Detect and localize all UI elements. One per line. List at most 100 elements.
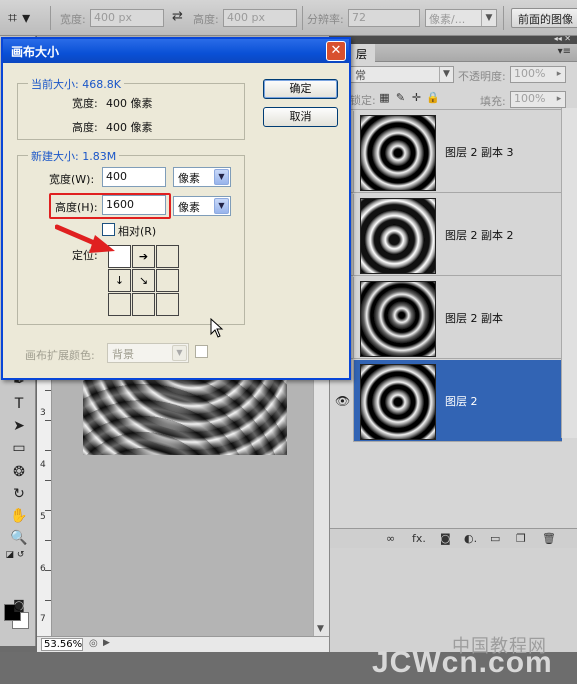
height-field[interactable]: 400 px [223,9,297,27]
anchor-top-right[interactable] [156,245,179,268]
blend-opacity-row: 常 ▼ 不透明度: 100% ▸ [330,62,577,86]
opacity-field[interactable]: 100% ▸ [510,66,566,83]
vertical-ruler: 3 4 5 6 7 [37,360,52,636]
resolution-unit-value: 像素/... [429,13,466,26]
width-label: 宽度: [60,13,86,26]
collapse-panel-icon[interactable]: ◂◂ ✕ [554,34,571,43]
crop-tool-icon[interactable]: ⌗ ▾ [8,8,44,28]
3d-rotate-tool-icon[interactable]: ❂ [8,464,30,484]
swap-icon[interactable]: ⇄ [172,9,183,24]
extension-color-swatch[interactable] [195,345,208,358]
current-height-value: 400 像素 [106,121,153,134]
ruler-number: 4 [40,460,46,470]
hand-tool-icon[interactable]: ✋ [8,508,30,528]
eye-icon[interactable]: 👁 [335,394,350,408]
type-tool-icon[interactable]: T [8,396,30,416]
layers-scrollbar[interactable] [561,108,577,438]
ruler-number: 5 [40,512,46,522]
width-unit-value: 像素 [178,172,200,185]
divider [302,6,303,30]
height-unit-select[interactable]: 像素 ▼ [173,196,231,216]
opacity-value: 100% [514,67,546,80]
status-bar: 53.56% ◎ ▶ [37,636,329,652]
lock-position-icon[interactable]: ✛ [410,91,423,104]
ruler-tick [45,570,51,571]
layer-thumbnail [360,115,436,191]
document-vertical-scrollbar[interactable]: ▼ [313,360,329,636]
chevron-down-icon: ▼ [172,345,187,361]
anchor-bottom-center[interactable] [132,293,155,316]
scroll-down-icon[interactable]: ▼ [317,624,324,634]
dialog-titlebar[interactable]: 画布大小 ✕ [3,39,349,63]
layer-mask-icon[interactable]: ◙ [440,532,451,545]
layer-row[interactable]: 图层 2 副本 3 [330,111,562,193]
extension-color-label: 画布扩展颜色: [25,349,95,362]
ruler-tick [45,420,51,421]
width-input[interactable]: 400 [102,167,166,187]
path-selection-tool-icon[interactable]: ➤ [8,418,30,438]
fill-value: 100% [514,92,546,105]
chevron-right-icon: ▸ [556,69,562,79]
divider [50,6,51,30]
swap-colors-icon[interactable]: ◪ ↺ [4,550,26,570]
close-button[interactable]: ✕ [326,41,346,61]
chevron-down-icon: ▼ [214,198,229,214]
layer-thumbnail [360,281,436,357]
layer-row[interactable]: 图层 2 副本 [330,277,562,359]
current-width-label: 宽度: [72,97,98,110]
layers-footer: ∞ fx. ◙ ◐. ▭ ❐ 🗑 [330,528,577,550]
width-field[interactable]: 400 px [90,9,164,27]
link-layers-icon[interactable]: ∞ [386,532,395,545]
divider [503,6,504,30]
height-input[interactable]: 1600 [102,195,166,215]
dialog-title: 画布大小 [11,45,60,59]
zoom-tool-icon[interactable]: 🔍 [8,530,30,550]
extension-color-value: 背景 [112,348,134,361]
layer-name: 图层 2 副本 3 [445,146,514,159]
fill-field[interactable]: 100% ▸ [510,91,566,108]
3d-orbit-tool-icon[interactable]: ↻ [8,486,30,506]
opacity-label: 不透明度: [458,70,506,83]
cancel-button[interactable]: 取消 [263,107,338,127]
adjustment-layer-icon[interactable]: ◐. [464,532,477,545]
lock-transparency-icon[interactable]: ▦ [378,91,391,104]
rectangle-tool-icon[interactable]: ▭ [8,440,30,460]
anchor-bottom-right[interactable] [156,293,179,316]
layer-style-icon[interactable]: fx. [412,532,426,545]
panel-menu-icon[interactable]: ▾≡ [558,46,571,57]
resolution-unit-select[interactable]: 像素/... ▼ [425,9,497,27]
quick-mask-icon[interactable]: ◙ [8,598,30,618]
resolution-label: 分辨率: [307,13,344,26]
layer-row[interactable]: 图层 2 副本 2 [330,194,562,276]
anchor-middle-center[interactable]: ↘ [132,269,155,292]
delete-layer-icon[interactable]: 🗑 [542,532,556,545]
blend-mode-select[interactable]: 常 ▼ [350,66,454,83]
chevron-down-icon: ▼ [214,169,229,185]
height-label: 高度: [193,13,219,26]
width-unit-select[interactable]: 像素 ▼ [173,167,231,187]
width-label: 宽度(W): [49,173,95,186]
anchor-middle-left[interactable]: ↓ [108,269,131,292]
anchor-bottom-left[interactable] [108,293,131,316]
lock-all-icon[interactable]: 🔒 [426,91,440,104]
height-unit-value: 像素 [178,201,200,214]
document-info-icon[interactable]: ◎ [89,638,98,649]
anchor-middle-right[interactable] [156,269,179,292]
new-layer-icon[interactable]: ❐ [516,532,526,545]
canvas-image[interactable] [83,372,287,455]
resolution-field[interactable]: 72 [348,9,420,27]
layers-tab-bar: 层 ▾≡ [330,44,577,62]
anchor-top-center[interactable]: ➔ [132,245,155,268]
new-group-icon[interactable]: ▭ [490,532,500,545]
current-height-label: 高度: [72,121,98,134]
lock-fill-row: 锁定: ▦ ✎ ✛ 🔒 填充: 100% ▸ [330,88,577,110]
layer-row-selected[interactable]: 👁 图层 2 [330,360,562,442]
zoom-field[interactable]: 53.56% [41,638,83,651]
front-image-button[interactable]: 前面的图像 [511,8,577,28]
ok-button[interactable]: 确定 [263,79,338,99]
tab-layers[interactable]: 层 [348,44,375,62]
ruler-number: 7 [40,614,46,624]
lock-image-icon[interactable]: ✎ [394,91,407,104]
status-menu-arrow-icon[interactable]: ▶ [103,638,110,648]
extension-color-select[interactable]: 背景 ▼ [107,343,189,363]
